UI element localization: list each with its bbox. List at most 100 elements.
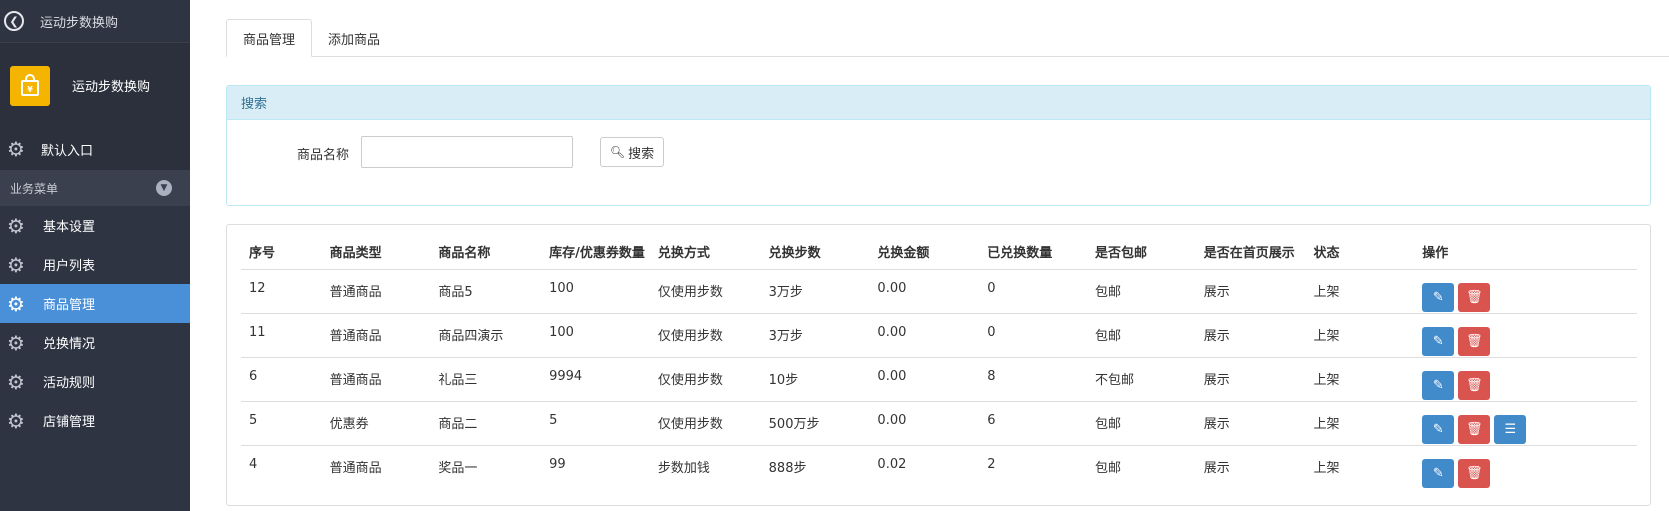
sidebar-item-activity-rules[interactable]: ⚙ 活动规则 bbox=[0, 362, 190, 401]
pencil-icon: ✎ bbox=[1432, 465, 1444, 481]
trash-icon: 🗑︎ bbox=[1466, 377, 1483, 393]
sidebar-item-label: 商品管理 bbox=[43, 298, 96, 313]
cell-steps: 888步 bbox=[768, 460, 807, 476]
tab-bar: 商品管理 添加商品 bbox=[226, 19, 1669, 57]
list-button[interactable]: ☰ bbox=[1494, 414, 1527, 444]
cell-method: 仅使用步数 bbox=[649, 313, 761, 358]
column-header: 库存/优惠券数量 bbox=[541, 235, 650, 270]
cell-exchanged: 2 bbox=[987, 456, 996, 472]
cell-stock: 9994 bbox=[541, 357, 650, 402]
cell-steps: 500万步 bbox=[760, 401, 870, 446]
delete-button[interactable]: 🗑︎ bbox=[1458, 370, 1491, 400]
cell-steps: 3万步 bbox=[760, 269, 870, 314]
cell-name: 商品四演示 bbox=[430, 313, 542, 358]
table-row: 5 优惠券 商品二 5 仅使用步数 500万步 0.00 6 包邮 展示 上架 … bbox=[241, 401, 1637, 446]
sidebar-item-label: 基本设置 bbox=[43, 220, 96, 235]
edit-button[interactable]: ✎ bbox=[1422, 414, 1455, 444]
svg-text:¥: ¥ bbox=[27, 85, 33, 94]
pencil-icon: ✎ bbox=[1432, 333, 1444, 349]
sidebar-group-business-menu[interactable]: 业务菜单 ▼ bbox=[0, 170, 190, 206]
gear-icon: ⚙ bbox=[7, 291, 25, 316]
cell-status: 上架 bbox=[1313, 460, 1340, 476]
cell-actions: ✎ 🗑︎ ☰ bbox=[1414, 401, 1637, 446]
cell-id: 11 bbox=[241, 313, 322, 358]
tab-add-product[interactable]: 添加商品 bbox=[312, 19, 396, 57]
cell-steps: 3万步 bbox=[760, 313, 870, 358]
cell-homepage: 展示 bbox=[1195, 401, 1306, 446]
cell-type: 普通商品 bbox=[321, 269, 431, 314]
pencil-icon: ✎ bbox=[1432, 289, 1444, 305]
cell-steps: 10步 bbox=[760, 357, 870, 402]
cell-actions: ✎ 🗑︎ bbox=[1414, 269, 1637, 314]
sidebar-item-label: 默认入口 bbox=[41, 143, 94, 159]
sidebar-item-exchange-status[interactable]: ⚙ 兑换情况 bbox=[0, 323, 190, 362]
table-header-row: 序号 商品类型 商品名称 库存/优惠券数量 兑换方式 兑换步数 兑换金额 已兑换… bbox=[241, 235, 1637, 270]
cell-name: 礼品三 bbox=[430, 357, 542, 402]
cell-method: 仅使用步数 bbox=[649, 269, 761, 314]
sidebar-item-store-management[interactable]: ⚙ 店铺管理 bbox=[0, 401, 190, 440]
chevron-down-icon[interactable]: ▼ bbox=[156, 180, 172, 196]
cell-amount: 0.00 bbox=[869, 401, 980, 446]
cell-name: 商品二 bbox=[430, 401, 542, 446]
cell-exchanged: 6 bbox=[979, 401, 1087, 446]
product-table-panel: 序号 商品类型 商品名称 库存/优惠券数量 兑换方式 兑换步数 兑换金额 已兑换… bbox=[226, 224, 1651, 506]
pencil-icon: ✎ bbox=[1432, 377, 1444, 393]
delete-button[interactable]: 🗑︎ bbox=[1458, 282, 1491, 312]
cell-type: 普通商品 bbox=[321, 313, 431, 358]
cell-stock: 100 bbox=[541, 313, 650, 358]
cell-type: 普通商品 bbox=[329, 460, 382, 476]
gear-icon: ⚙ bbox=[7, 213, 25, 238]
column-header: 兑换步数 bbox=[760, 235, 870, 270]
trash-icon: 🗑︎ bbox=[1466, 465, 1483, 481]
list-icon: ☰ bbox=[1504, 421, 1517, 437]
column-header: 已兑换数量 bbox=[979, 235, 1087, 270]
back-icon[interactable]: ❮ bbox=[4, 11, 24, 31]
cell-actions: ✎ 🗑︎ bbox=[1414, 357, 1637, 402]
cell-amount: 0.00 bbox=[869, 313, 980, 358]
column-header: 序号 bbox=[241, 235, 322, 270]
cell-status: 上架 bbox=[1305, 357, 1415, 402]
cell-exchanged: 0 bbox=[979, 313, 1087, 358]
sidebar-group-label: 业务菜单 bbox=[10, 181, 59, 196]
cell-shipping: 包邮 bbox=[1094, 460, 1121, 476]
edit-button[interactable]: ✎ bbox=[1422, 326, 1455, 356]
gear-icon: ⚙ bbox=[7, 369, 25, 394]
cell-method: 仅使用步数 bbox=[649, 357, 761, 402]
sidebar: ❮ 运动步数换购 ¥ 运动步数换购 ⚙ 默认入口 业务菜单 ▼ ⚙ 基本设置 ⚙… bbox=[0, 0, 190, 511]
cell-status: 上架 bbox=[1305, 401, 1415, 446]
cell-shipping: 包邮 bbox=[1086, 269, 1196, 314]
edit-button[interactable]: ✎ bbox=[1422, 370, 1455, 400]
cell-amount: 0.00 bbox=[869, 357, 980, 402]
sidebar-item-basic-settings[interactable]: ⚙ 基本设置 bbox=[0, 206, 190, 245]
shopping-bag-icon: ¥ bbox=[10, 65, 50, 106]
gear-icon: ⚙ bbox=[7, 408, 25, 433]
column-header: 兑换方式 bbox=[649, 235, 761, 270]
cell-name: 奖品一 bbox=[438, 460, 478, 476]
table-row: 12 普通商品 商品5 100 仅使用步数 3万步 0.00 0 包邮 展示 上… bbox=[241, 269, 1637, 314]
cell-exchanged: 0 bbox=[979, 269, 1087, 314]
cell-id: 12 bbox=[241, 269, 322, 314]
table-row: 4 普通商品 奖品一 99 步数加钱 888步 0.02 2 包邮 展示 上架 … bbox=[241, 445, 1637, 489]
cell-homepage: 展示 bbox=[1195, 313, 1306, 358]
sidebar-item-user-list[interactable]: ⚙ 用户列表 bbox=[0, 245, 190, 284]
cell-status: 上架 bbox=[1305, 269, 1415, 314]
sidebar-top-bar: ❮ 运动步数换购 bbox=[0, 0, 190, 42]
delete-button[interactable]: 🗑︎ bbox=[1458, 458, 1491, 488]
tab-product-management[interactable]: 商品管理 bbox=[226, 19, 313, 57]
edit-button[interactable]: ✎ bbox=[1422, 458, 1455, 488]
delete-button[interactable]: 🗑︎ bbox=[1458, 326, 1491, 356]
gear-icon: ⚙ bbox=[7, 137, 25, 161]
sidebar-item-default-entry[interactable]: ⚙ 默认入口 bbox=[0, 128, 190, 170]
cell-stock: 5 bbox=[541, 401, 650, 446]
edit-button[interactable]: ✎ bbox=[1422, 282, 1455, 312]
cell-id: 4 bbox=[249, 456, 258, 472]
cell-exchanged: 8 bbox=[979, 357, 1087, 402]
delete-button[interactable]: 🗑︎ bbox=[1458, 414, 1491, 444]
search-button[interactable]: 🔍︎ 搜索 bbox=[600, 137, 664, 167]
cell-method: 仅使用步数 bbox=[649, 401, 761, 446]
cell-type: 优惠券 bbox=[321, 401, 431, 446]
product-name-input[interactable] bbox=[361, 136, 573, 168]
cell-shipping: 包邮 bbox=[1086, 313, 1196, 358]
sidebar-item-product-management[interactable]: ⚙ 商品管理 bbox=[0, 284, 190, 323]
shopping-bag-icon-svg: ¥ bbox=[21, 73, 39, 96]
